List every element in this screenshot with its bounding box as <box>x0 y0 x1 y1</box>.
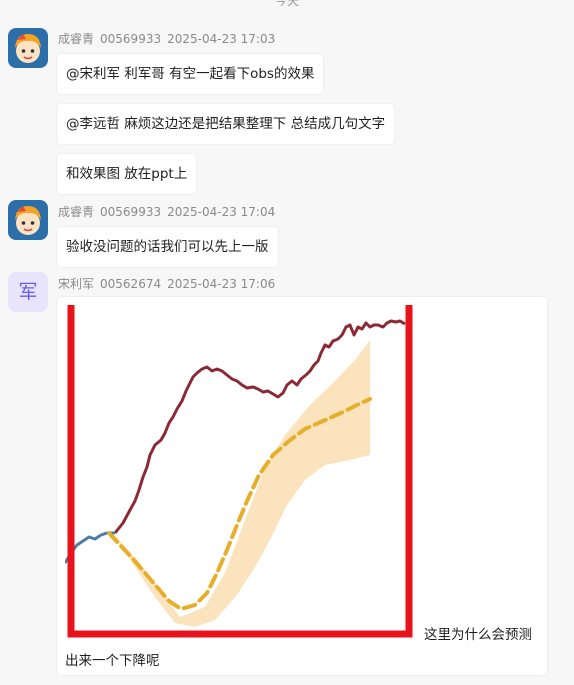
message-bubble[interactable]: 验收没问题的话我们可以先上一版 <box>57 227 278 267</box>
message-meta: 成睿青 00569933 2025-04-23 17:04 <box>58 203 281 220</box>
sender-id: 00569933 <box>100 205 162 219</box>
image-message-bubble[interactable]: 这里为什么会预测 出来一个下降呢 <box>57 297 547 675</box>
message-meta: 宋利军 00562674 2025-04-23 17:06 <box>58 275 281 292</box>
message-time: 2025-04-23 17:03 <box>167 32 276 46</box>
date-separator: 今天 <box>274 0 299 8</box>
avatar-initial[interactable]: 军 <box>8 272 48 312</box>
message-time: 2025-04-23 17:06 <box>167 277 276 291</box>
forecast-chart-image[interactable] <box>65 305 422 640</box>
avatar-cartoon-icon[interactable] <box>8 28 48 68</box>
sender-id: 00562674 <box>100 277 162 291</box>
avatar-cartoon-icon[interactable] <box>8 200 48 240</box>
message-bubble[interactable]: @宋利军 利军哥 有空一起看下obs的效果 <box>57 54 324 94</box>
image-caption: 这里为什么会预测 <box>424 627 532 643</box>
message-bubble[interactable]: 和效果图 放在ppt上 <box>57 154 197 194</box>
sender-id: 00569933 <box>100 32 162 46</box>
sender-name: 宋利军 <box>58 277 95 291</box>
sender-name: 成睿青 <box>58 205 95 219</box>
message-time: 2025-04-23 17:04 <box>167 205 276 219</box>
sender-name: 成睿青 <box>58 32 95 46</box>
message-meta: 成睿青 00569933 2025-04-23 17:03 <box>58 30 281 47</box>
message-bubble[interactable]: @李远哲 麻烦这边还是把结果整理下 总结成几句文字 <box>57 104 395 144</box>
image-caption: 出来一个下降呢 <box>65 653 160 669</box>
